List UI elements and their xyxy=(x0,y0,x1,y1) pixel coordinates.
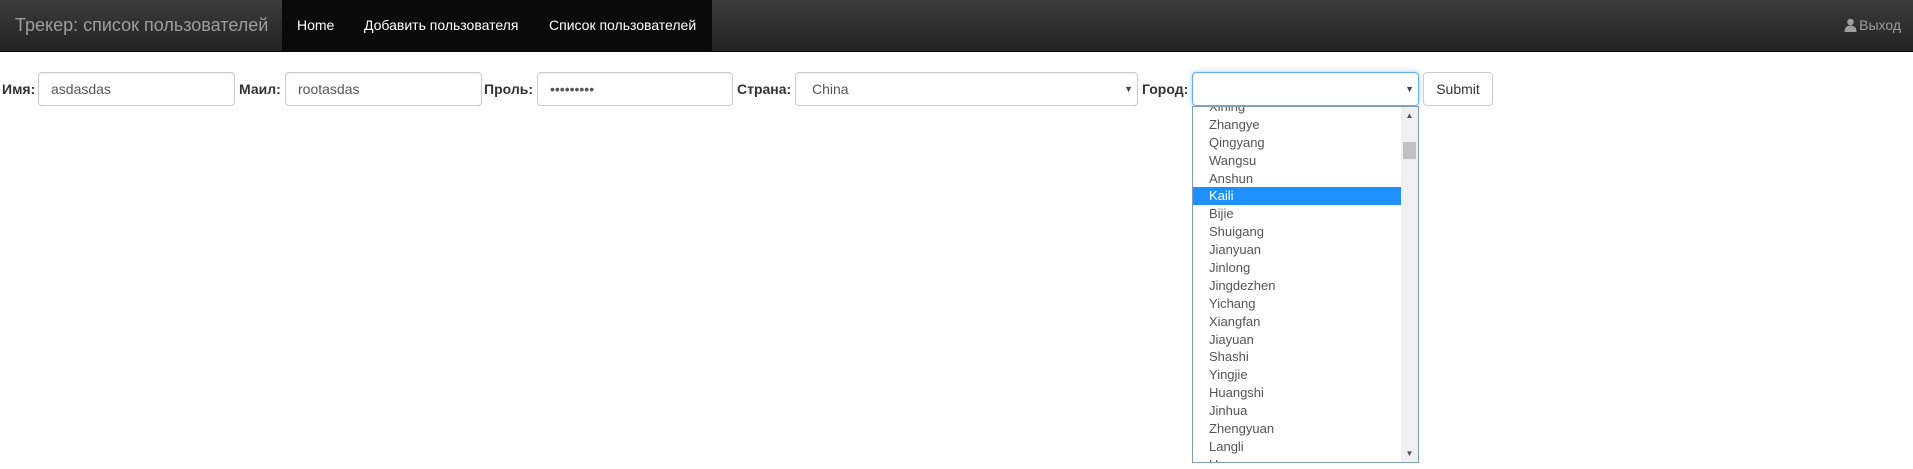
navbar-nav: Home Добавить пользователя Список пользо… xyxy=(282,0,712,51)
name-input[interactable] xyxy=(38,72,235,106)
city-option[interactable]: Qingyang xyxy=(1193,134,1401,152)
city-option[interactable]: Xiangfan xyxy=(1193,313,1401,331)
country-select[interactable]: China ▼ xyxy=(795,72,1138,106)
scroll-up-icon[interactable]: ▲ xyxy=(1401,107,1418,124)
user-icon xyxy=(1844,18,1857,32)
logout-label: Выход xyxy=(1859,17,1901,33)
logout-link[interactable]: Выход xyxy=(1844,0,1901,51)
city-options: Xining Zhangye Qingyang Wangsu Anshun Kaili Bi… xyxy=(1193,107,1401,462)
city-option[interactable]: Kaili xyxy=(1193,187,1401,206)
city-option[interactable]: Wangsu xyxy=(1193,152,1401,170)
city-option[interactable]: Huangshi xyxy=(1193,384,1401,402)
nav-item-user-list[interactable]: Список пользователей xyxy=(549,0,696,51)
city-option[interactable]: Jinlong xyxy=(1193,259,1401,277)
city-option[interactable]: Zhengyuan xyxy=(1193,420,1401,438)
city-select[interactable]: ▼ xyxy=(1192,72,1419,106)
password-label: Проль: xyxy=(484,81,533,97)
dropdown-scrollbar[interactable]: ▲ ▼ xyxy=(1401,107,1418,462)
chevron-down-icon: ▼ xyxy=(1405,84,1414,94)
name-label: Имя: xyxy=(2,81,36,97)
city-option[interactable]: Jinhua xyxy=(1193,402,1401,420)
country-label: Страна: xyxy=(737,81,792,97)
city-option[interactable]: Hongyang xyxy=(1193,456,1401,462)
city-option[interactable]: Jianyuan xyxy=(1193,241,1401,259)
city-option[interactable]: Xining xyxy=(1193,107,1401,116)
chevron-down-icon: ▼ xyxy=(1124,84,1133,94)
city-option[interactable]: Jingdezhen xyxy=(1193,277,1401,295)
city-option[interactable]: Zhangye xyxy=(1193,116,1401,134)
country-value: China xyxy=(812,81,849,97)
navbar: Трекер: список пользователей Home Добави… xyxy=(0,0,1913,52)
scroll-thumb[interactable] xyxy=(1403,142,1416,159)
email-label: Маил: xyxy=(239,81,281,97)
city-label: Город: xyxy=(1142,81,1189,97)
city-option[interactable]: Bijie xyxy=(1193,205,1401,223)
city-option[interactable]: Anshun xyxy=(1193,170,1401,188)
city-option[interactable]: Jiayuan xyxy=(1193,331,1401,349)
nav-item-add-user[interactable]: Добавить пользователя xyxy=(364,0,518,51)
city-option[interactable]: Shuigang xyxy=(1193,223,1401,241)
city-dropdown-list[interactable]: Xining Zhangye Qingyang Wangsu Anshun Kaili Bi… xyxy=(1192,106,1419,463)
city-option[interactable]: Yingjie xyxy=(1193,366,1401,384)
city-option[interactable]: Langli xyxy=(1193,438,1401,456)
city-option[interactable]: Shashi xyxy=(1193,348,1401,366)
email-input[interactable] xyxy=(285,72,482,106)
city-option[interactable]: Yichang xyxy=(1193,295,1401,313)
navbar-brand[interactable]: Трекер: список пользователей xyxy=(15,0,268,51)
scroll-down-icon[interactable]: ▼ xyxy=(1401,445,1418,462)
submit-button[interactable]: Submit xyxy=(1423,72,1493,106)
nav-item-home[interactable]: Home xyxy=(297,0,334,51)
password-input[interactable] xyxy=(537,72,733,106)
